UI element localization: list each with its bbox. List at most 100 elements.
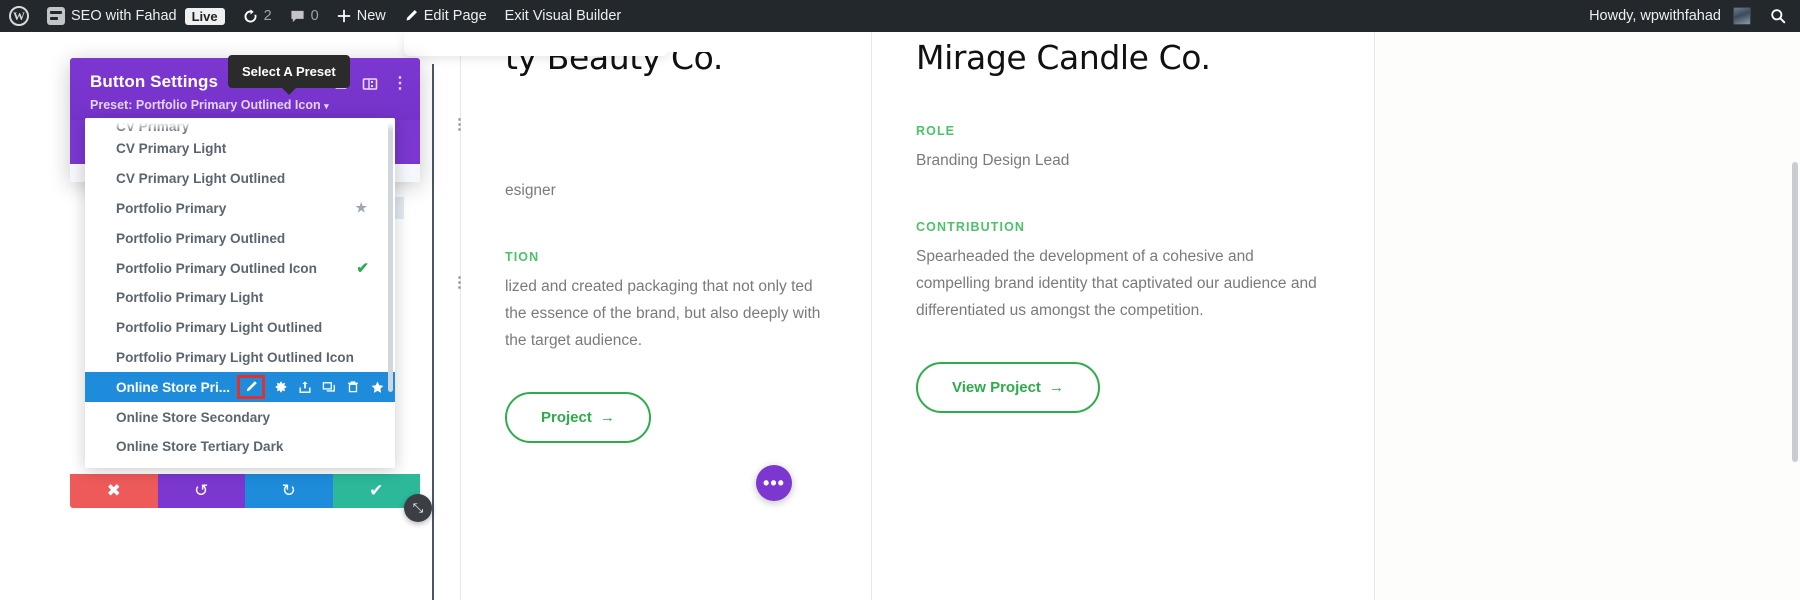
page-scrollbar[interactable] — [1792, 162, 1798, 462]
modal-action-bar: ✖ ↺ ↻ ✔ — [70, 474, 420, 508]
module-kebab-icon-top[interactable]: ⋮ — [452, 117, 467, 132]
list-item[interactable]: Portfolio Primary Outlined — [85, 223, 395, 253]
preset-name: Portfolio Primary Outlined Icon — [116, 260, 317, 276]
resize-handle-icon[interactable]: ⤡ — [404, 494, 432, 522]
preset-selector[interactable]: Preset: Portfolio Primary Outlined Icon … — [90, 98, 404, 112]
comments-count: 0 — [310, 8, 319, 24]
contribution-text: Spearheaded the development of a cohesiv… — [916, 248, 1317, 319]
undo-icon: ↺ — [194, 481, 209, 500]
arrow-right-icon: → — [1048, 379, 1064, 397]
adminbar-wp-logo[interactable] — [0, 0, 38, 32]
list-item[interactable]: CV Primary Light — [85, 134, 395, 164]
role-label: ROLE — [916, 123, 956, 138]
list-item[interactable]: CV Primary Light Outlined — [85, 164, 395, 194]
live-badge: Live — [184, 7, 225, 25]
edit-page-label: Edit Page — [423, 8, 487, 24]
new-label: New — [356, 8, 386, 24]
view-project-label: View Project — [952, 379, 1041, 397]
duplicate-icon[interactable] — [322, 380, 336, 394]
adminbar-search[interactable] — [1760, 0, 1800, 32]
tooltip-label: Select A Preset — [242, 64, 336, 79]
preset-dropdown[interactable]: CV Primary CV Primary Light CV Primary L… — [85, 118, 395, 468]
redo-button[interactable]: ↻ — [245, 474, 333, 508]
adminbar-updates[interactable]: 2 — [234, 0, 281, 32]
check-icon: ✔ — [369, 481, 384, 500]
view-project-button[interactable]: Project → — [505, 392, 651, 444]
contribution-label: CONTRIBUTION — [916, 220, 1026, 235]
favorite-star-icon[interactable]: ★ — [355, 200, 367, 216]
list-item-active[interactable]: Online Store Pri... — [85, 372, 395, 403]
list-item[interactable]: Portfolio Primary Light Outlined — [85, 313, 395, 343]
adminbar-comments[interactable]: 0 — [281, 0, 328, 32]
set-default-star-icon[interactable] — [370, 380, 385, 395]
module-outline-left — [432, 64, 434, 600]
list-item[interactable]: Portfolio Primary Outlined Icon ✔ — [85, 253, 395, 283]
preset-name: Portfolio Primary Light Outlined Icon — [116, 349, 354, 365]
preset-actions — [237, 372, 385, 402]
dashboard-icon — [47, 7, 65, 25]
contribution-label: TION — [505, 250, 540, 265]
adminbar-edit-page[interactable]: Edit Page — [395, 0, 496, 32]
settings-gear-icon[interactable] — [274, 380, 288, 394]
visual-builder-screen: ty Beauty Co. ROLE esigner TION lized an… — [0, 0, 1800, 600]
export-icon[interactable] — [298, 380, 312, 394]
preset-name: Online Store Secondary — [116, 409, 271, 425]
contribution-text: lized and created packaging that not onl… — [505, 278, 821, 349]
preset-name: CV Primary Light Outlined — [116, 171, 286, 187]
adminbar-user-menu[interactable]: Howdy, wpwithfahad — [1580, 0, 1760, 32]
exit-visual-builder-label: Exit Visual Builder — [504, 8, 622, 24]
preset-dropdown-list[interactable]: CV Primary CV Primary Light CV Primary L… — [85, 118, 395, 468]
list-item[interactable]: Portfolio Primary Light — [85, 283, 395, 313]
site-name-label: SEO with Fahad — [71, 8, 177, 24]
wp-admin-bar: SEO with Fahad Live 2 0 New Edit Page — [0, 0, 1800, 32]
cancel-button[interactable]: ✖ — [70, 474, 158, 508]
list-item[interactable]: Online Store Text Dark — [85, 462, 395, 468]
role-value: esigner — [505, 181, 556, 199]
adminbar-site-name[interactable]: SEO with Fahad Live — [38, 0, 234, 32]
module-outline-top — [430, 32, 730, 52]
adminbar-new[interactable]: New — [328, 0, 395, 32]
view-project-label: Project — [541, 409, 592, 427]
adminbar-exit-visual-builder[interactable]: Exit Visual Builder — [496, 0, 631, 32]
dropdown-scrollbar[interactable] — [388, 122, 393, 392]
undo-button[interactable]: ↺ — [157, 474, 245, 508]
list-item[interactable]: Online Store Secondary — [85, 402, 395, 432]
avatar — [1733, 7, 1751, 25]
howdy-label: Howdy, wpwithfahad — [1589, 8, 1721, 24]
list-item[interactable]: CV Primary — [85, 118, 395, 134]
portfolio-card-mirage: Mirage Candle Co. ROLE Branding Design L… — [872, 32, 1374, 600]
preset-label: Preset: Portfolio Primary Outlined Icon — [90, 98, 321, 112]
preset-name: Portfolio Primary Outlined — [116, 230, 286, 246]
preset-name: CV Primary Light — [116, 141, 227, 157]
card-divider-right — [1374, 32, 1375, 600]
list-item[interactable]: Portfolio Primary ★ — [85, 194, 395, 224]
more-options-button[interactable]: ••• — [756, 465, 792, 501]
more-options-icon: ••• — [763, 472, 785, 493]
role-value: Branding Design Lead — [916, 151, 1070, 169]
view-project-button[interactable]: View Project → — [916, 362, 1100, 414]
chevron-down-icon: ▾ — [324, 101, 329, 111]
module-kebab-icon-mid[interactable]: ⋮ — [452, 275, 467, 290]
rename-pencil-icon[interactable] — [237, 375, 265, 400]
updates-count: 2 — [263, 8, 272, 24]
search-icon — [1770, 8, 1786, 24]
updates-icon — [243, 8, 258, 24]
preset-name: CV Primary — [116, 119, 190, 134]
wordpress-logo-icon — [9, 6, 29, 26]
redo-icon: ↻ — [281, 481, 296, 500]
preset-name: Portfolio Primary Light Outlined — [116, 320, 323, 336]
layout-columns-icon[interactable] — [362, 76, 378, 92]
list-item[interactable]: Online Store Tertiary Dark — [85, 432, 395, 462]
selected-check-icon: ✔ — [356, 260, 369, 278]
preset-name: Online Store Tertiary Dark — [116, 439, 284, 455]
delete-trash-icon[interactable] — [346, 380, 360, 394]
kebab-menu-icon[interactable]: ⋮ — [392, 76, 408, 92]
preset-name: Portfolio Primary — [116, 200, 227, 216]
comment-bubble-icon — [290, 9, 305, 24]
portfolio-card-beauty: ty Beauty Co. ROLE esigner TION lized an… — [461, 32, 871, 600]
plus-icon — [337, 9, 351, 23]
pencil-icon — [404, 9, 418, 23]
select-preset-tooltip: Select A Preset — [228, 55, 350, 88]
list-item[interactable]: Portfolio Primary Light Outlined Icon — [85, 343, 395, 373]
close-icon: ✖ — [106, 481, 121, 500]
